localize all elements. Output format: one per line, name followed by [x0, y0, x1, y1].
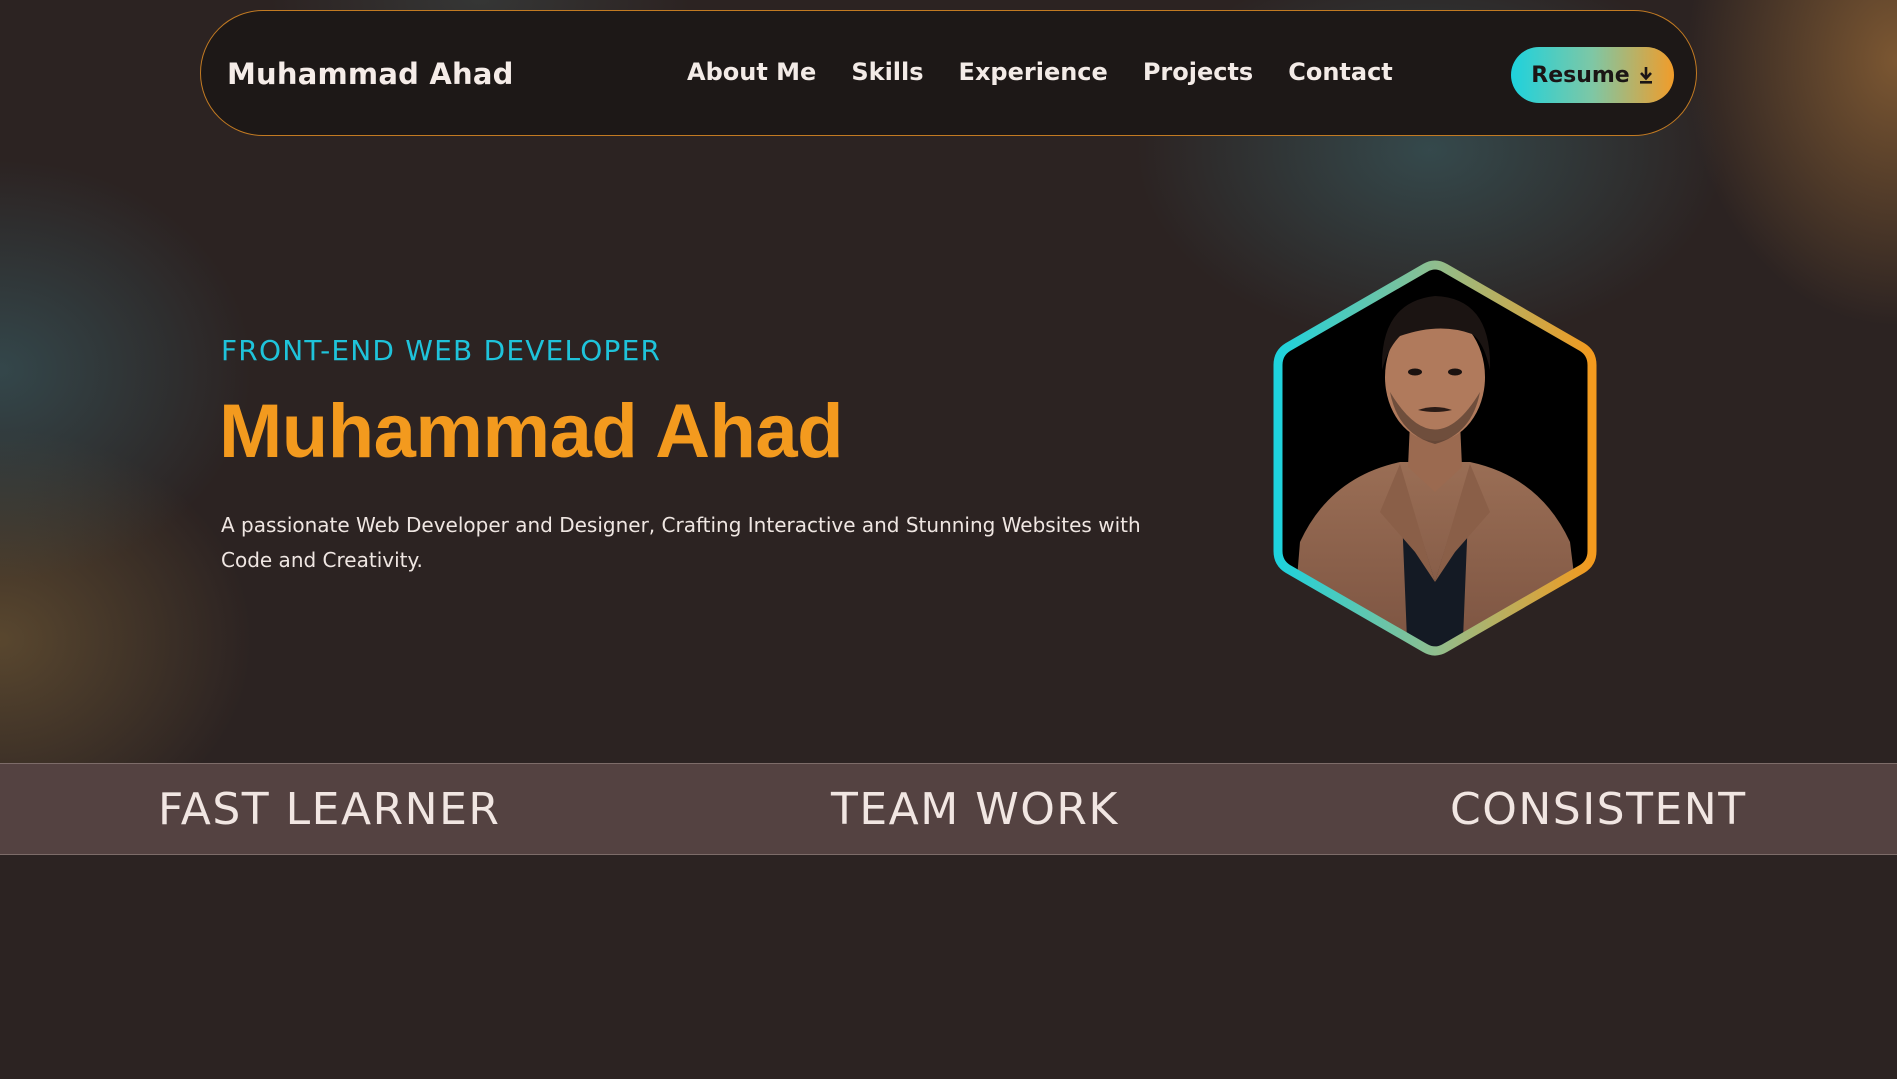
- nav-link-projects[interactable]: Projects: [1143, 58, 1253, 86]
- page: Muhammad Ahad About Me Skills Experience…: [0, 0, 1897, 1079]
- nav-link-contact[interactable]: Contact: [1288, 58, 1393, 86]
- nav-link-experience[interactable]: Experience: [959, 58, 1108, 86]
- nav-links: About Me Skills Experience Projects Cont…: [687, 58, 1428, 86]
- traits-strip: FAST LEARNER TEAM WORK CONSISTENT: [0, 763, 1897, 855]
- download-icon: [1638, 65, 1654, 85]
- nav-link-skills[interactable]: Skills: [851, 58, 923, 86]
- profile-avatar: [1240, 252, 1610, 664]
- brand-logo[interactable]: Muhammad Ahad: [227, 57, 514, 91]
- profile-photo: [1278, 265, 1592, 651]
- navbar: Muhammad Ahad About Me Skills Experience…: [200, 10, 1697, 136]
- hero-role: FRONT-END WEB DEVELOPER: [221, 334, 662, 367]
- trait-fast-learner: FAST LEARNER: [158, 784, 501, 835]
- hero-description: A passionate Web Developer and Designer,…: [221, 513, 1141, 572]
- trait-team-work: TEAM WORK: [831, 784, 1119, 835]
- resume-button[interactable]: Resume: [1511, 47, 1674, 103]
- hero-name: Muhammad Ahad: [219, 389, 844, 474]
- nav-link-about-me[interactable]: About Me: [687, 58, 816, 86]
- resume-button-label: Resume: [1531, 62, 1630, 88]
- trait-consistent: CONSISTENT: [1450, 784, 1747, 835]
